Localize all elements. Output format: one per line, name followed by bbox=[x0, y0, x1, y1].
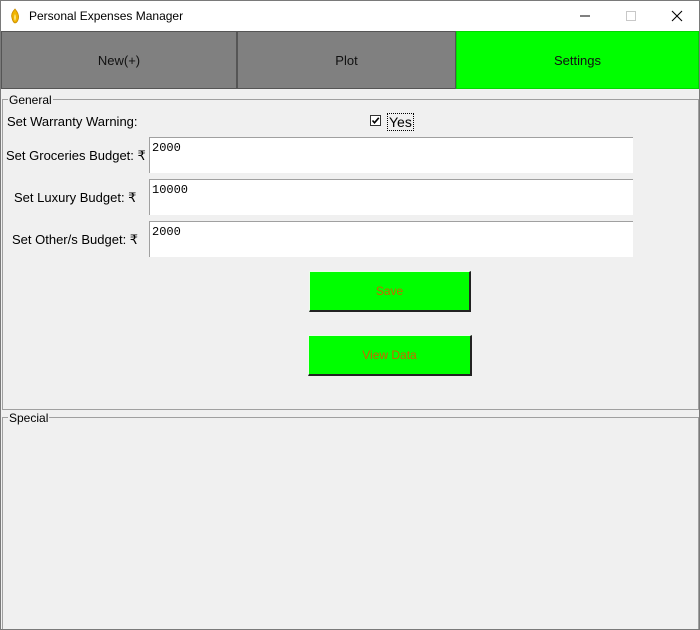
close-icon bbox=[671, 10, 683, 22]
app-window: Personal Expenses Manager New(+) Plot Se… bbox=[0, 0, 700, 630]
tab-new[interactable]: New(+) bbox=[1, 31, 237, 89]
minimize-button[interactable] bbox=[562, 1, 608, 31]
luxury-budget-label: Set Luxury Budget: ₹ bbox=[14, 190, 137, 205]
groceries-budget-label: Set Groceries Budget: ₹ bbox=[6, 148, 146, 163]
tab-plot[interactable]: Plot bbox=[237, 31, 456, 89]
close-button[interactable] bbox=[654, 1, 699, 31]
groceries-budget-field[interactable]: 2000 bbox=[149, 137, 633, 173]
warranty-checkbox[interactable] bbox=[370, 115, 381, 126]
special-legend: Special bbox=[8, 411, 50, 425]
checkmark-icon bbox=[371, 117, 380, 125]
window-title: Personal Expenses Manager bbox=[29, 9, 184, 23]
luxury-budget-field[interactable]: 10000 bbox=[149, 179, 633, 215]
warranty-warning-label: Set Warranty Warning: bbox=[7, 114, 138, 129]
others-budget-field[interactable]: 2000 bbox=[149, 221, 633, 257]
maximize-button[interactable] bbox=[608, 1, 654, 31]
tab-settings[interactable]: Settings bbox=[456, 31, 699, 89]
general-legend: General bbox=[8, 93, 53, 107]
special-group: Special bbox=[2, 411, 699, 629]
title-bar: Personal Expenses Manager bbox=[1, 1, 699, 31]
minimize-icon bbox=[580, 15, 590, 17]
warranty-checkbox-label[interactable]: Yes bbox=[387, 113, 414, 131]
save-button[interactable]: Save bbox=[309, 271, 471, 312]
others-budget-label: Set Other/s Budget: ₹ bbox=[12, 232, 139, 247]
maximize-icon bbox=[626, 11, 636, 21]
view-data-button[interactable]: View Data bbox=[308, 335, 472, 376]
flame-icon bbox=[9, 8, 21, 24]
